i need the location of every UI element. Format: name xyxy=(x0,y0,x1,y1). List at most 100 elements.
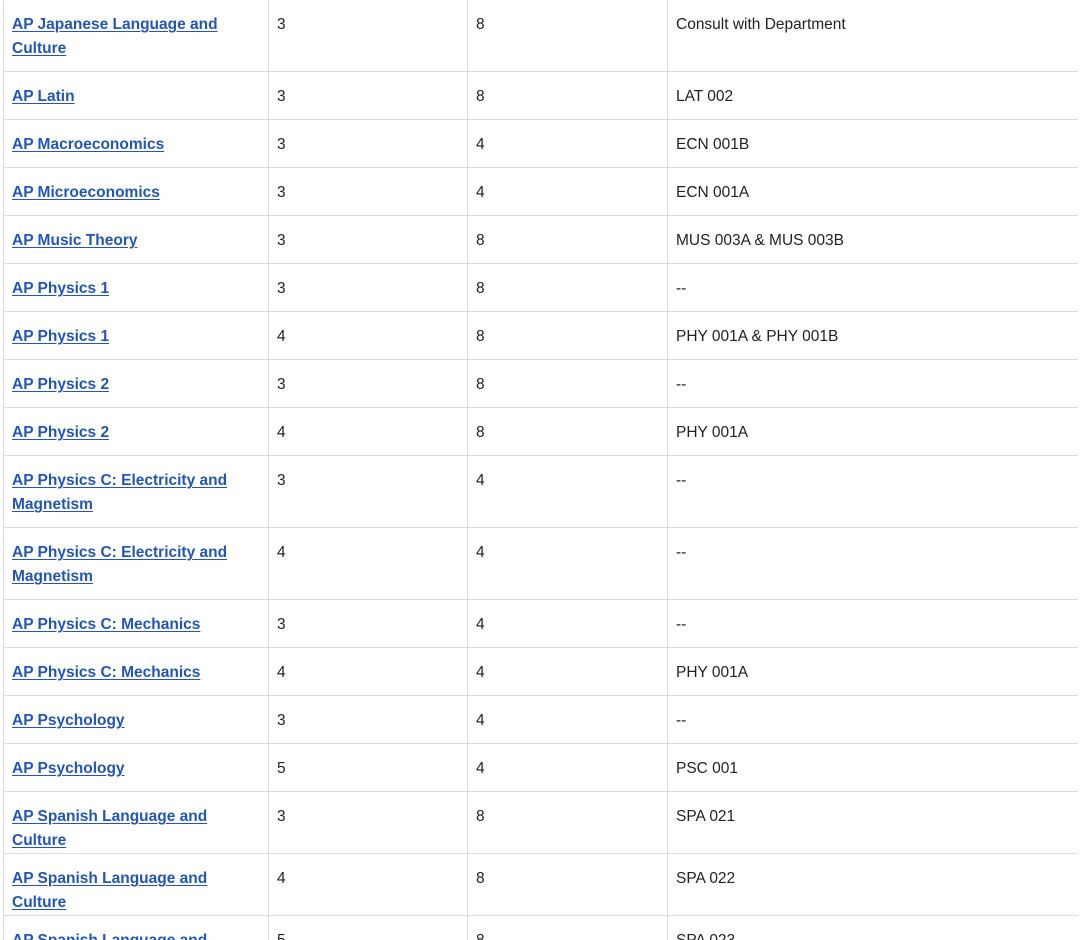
score-cell: 3 xyxy=(269,0,468,72)
score-cell: 3 xyxy=(269,120,468,168)
equivalent-cell: ECN 001A xyxy=(668,168,1079,216)
equivalent-cell: -- xyxy=(668,456,1079,528)
equivalent-cell: LAT 002 xyxy=(668,72,1079,120)
course-link[interactable]: AP Physics 2 xyxy=(12,424,109,441)
units-cell: 8 xyxy=(468,264,668,312)
equivalent-cell: -- xyxy=(668,264,1079,312)
table-row: AP Physics 2 48PHY 001A xyxy=(4,408,1079,456)
course-link[interactable]: AP Japanese Language and Culture xyxy=(12,16,218,57)
course-link[interactable]: AP Microeconomics xyxy=(12,184,160,201)
course-cell: AP Music Theory xyxy=(4,216,269,264)
course-cell: AP Physics 2 xyxy=(4,360,269,408)
units-cell: 8 xyxy=(468,72,668,120)
table-row: AP Spanish Language and Culture48SPA 022 xyxy=(4,854,1079,916)
course-cell: AP Microeconomics xyxy=(4,168,269,216)
course-link[interactable]: AP Spanish Language and Culture xyxy=(12,870,207,911)
equivalent-cell: ECN 001B xyxy=(668,120,1079,168)
course-link[interactable]: AP Physics C: Mechanics xyxy=(12,616,200,633)
table-row: AP Macroeconomics 34ECN 001B xyxy=(4,120,1079,168)
units-cell: 4 xyxy=(468,648,668,696)
units-cell: 4 xyxy=(468,600,668,648)
units-cell: 8 xyxy=(468,408,668,456)
course-link[interactable]: AP Physics 1 xyxy=(12,328,109,345)
table-row: AP Physics C: Mechanics44PHY 001A xyxy=(4,648,1079,696)
units-cell: 8 xyxy=(468,216,668,264)
score-cell: 4 xyxy=(269,528,468,600)
course-cell: AP Latin xyxy=(4,72,269,120)
course-link[interactable]: AP Psychology xyxy=(12,760,125,777)
course-cell: AP Physics C: Electricity and Magnetism xyxy=(4,528,269,600)
score-cell: 5 xyxy=(269,744,468,792)
score-cell: 4 xyxy=(269,408,468,456)
table-row: AP Spanish Language and Culture 58SPA 023 xyxy=(4,916,1079,940)
equivalent-cell: SPA 022 xyxy=(668,854,1079,916)
ap-credit-table: AP Japanese Language and Culture38Consul… xyxy=(3,0,1078,940)
course-link[interactable]: AP Music Theory xyxy=(12,232,137,249)
score-cell: 3 xyxy=(269,168,468,216)
units-cell: 4 xyxy=(468,168,668,216)
course-cell: AP Psychology xyxy=(4,744,269,792)
course-cell: AP Psychology xyxy=(4,696,269,744)
table-row: AP Physics 238-- xyxy=(4,360,1079,408)
score-cell: 3 xyxy=(269,456,468,528)
course-link[interactable]: AP Physics C: Electricity and Magnetism xyxy=(12,544,227,585)
course-link[interactable]: AP Latin xyxy=(12,88,75,105)
score-cell: 3 xyxy=(269,264,468,312)
table-row: AP Japanese Language and Culture 38Consul… xyxy=(4,0,1079,72)
course-cell: AP Japanese Language and Culture xyxy=(4,0,269,72)
score-cell: 3 xyxy=(269,600,468,648)
course-link[interactable]: AP Physics 2 xyxy=(12,376,109,393)
course-cell: AP Physics C: Electricity and Magnetism xyxy=(4,456,269,528)
units-cell: 8 xyxy=(468,792,668,854)
score-cell: 3 xyxy=(269,72,468,120)
course-cell: AP Physics 1 xyxy=(4,312,269,360)
score-cell: 3 xyxy=(269,360,468,408)
course-link[interactable]: AP Psychology xyxy=(12,712,125,729)
course-cell: AP Physics C: Mechanics xyxy=(4,600,269,648)
course-link[interactable]: AP Spanish Language and Culture xyxy=(12,932,207,940)
table-row: AP Latin 38LAT 002 xyxy=(4,72,1079,120)
course-link[interactable]: AP Macroeconomics xyxy=(12,136,164,153)
score-cell: 4 xyxy=(269,648,468,696)
table-row: AP Music Theory 38MUS 003A & MUS 003B xyxy=(4,216,1079,264)
units-cell: 8 xyxy=(468,916,668,940)
course-link[interactable]: AP Spanish Language and Culture xyxy=(12,808,207,849)
units-cell: 4 xyxy=(468,120,668,168)
equivalent-cell: SPA 023 xyxy=(668,916,1079,940)
course-link[interactable]: AP Physics C: Electricity and Magnetism xyxy=(12,472,227,513)
course-cell: AP Macroeconomics xyxy=(4,120,269,168)
score-cell: 4 xyxy=(269,312,468,360)
equivalent-cell: MUS 003A & MUS 003B xyxy=(668,216,1079,264)
units-cell: 4 xyxy=(468,744,668,792)
course-cell: AP Spanish Language and Culture xyxy=(4,916,269,940)
score-cell: 3 xyxy=(269,216,468,264)
units-cell: 8 xyxy=(468,854,668,916)
course-link[interactable]: AP Physics C: Mechanics xyxy=(12,664,200,681)
equivalent-cell: SPA 021 xyxy=(668,792,1079,854)
table-row: AP Physics C: Mechanics 34-- xyxy=(4,600,1079,648)
course-cell: AP Spanish Language and Culture xyxy=(4,792,269,854)
equivalent-cell: PSC 001 xyxy=(668,744,1079,792)
equivalent-cell: Consult with Department xyxy=(668,0,1079,72)
course-cell: AP Physics 2 xyxy=(4,408,269,456)
table-body: AP Japanese Language and Culture38Consul… xyxy=(4,0,1079,940)
units-cell: 8 xyxy=(468,0,668,72)
equivalent-cell: -- xyxy=(668,528,1079,600)
score-cell: 3 xyxy=(269,696,468,744)
table-row: AP Psychology 54PSC 001 xyxy=(4,744,1079,792)
equivalent-cell: PHY 001A xyxy=(668,648,1079,696)
ap-credit-table-container: AP Japanese Language and Culture38Consul… xyxy=(3,0,1078,940)
table-row: AP Physics C: Electricity and Magnetism 3… xyxy=(4,456,1079,528)
score-cell: 3 xyxy=(269,792,468,854)
equivalent-cell: -- xyxy=(668,360,1079,408)
units-cell: 8 xyxy=(468,312,668,360)
equivalent-cell: PHY 001A & PHY 001B xyxy=(668,312,1079,360)
equivalent-cell: PHY 001A xyxy=(668,408,1079,456)
equivalent-cell: -- xyxy=(668,600,1079,648)
score-cell: 5 xyxy=(269,916,468,940)
units-cell: 4 xyxy=(468,456,668,528)
equivalent-cell: -- xyxy=(668,696,1079,744)
course-cell: AP Spanish Language and Culture xyxy=(4,854,269,916)
table-row: AP Physics 1 48PHY 001A & PHY 001B xyxy=(4,312,1079,360)
course-link[interactable]: AP Physics 1 xyxy=(12,280,109,297)
